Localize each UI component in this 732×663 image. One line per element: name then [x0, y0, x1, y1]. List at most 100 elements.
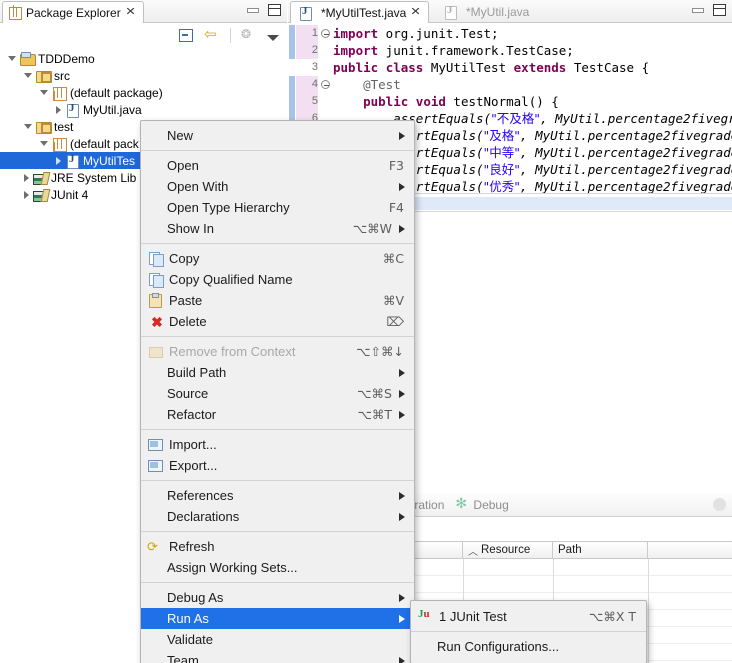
tree-item-label: (default package): [70, 86, 163, 100]
menu-item-copy-qualified-name[interactable]: Copy Qualified Name: [141, 269, 414, 290]
run-as-submenu[interactable]: 1 JUnit Test⌥⌘X T Run Configurations...: [410, 600, 647, 663]
junit-icon: [417, 609, 437, 625]
menu-item-label: Refactor: [167, 407, 216, 422]
tree-item-default-package[interactable]: (default package): [0, 84, 287, 101]
menu-item-shortcut: ⌘C: [383, 251, 404, 266]
code-token: rtEquals(: [416, 128, 484, 143]
code-line[interactable]: 1import org.junit.Test;: [288, 25, 732, 42]
menu-separator: [141, 336, 414, 337]
column-divider[interactable]: [648, 559, 649, 663]
fold-collapse-icon[interactable]: [321, 80, 330, 89]
menu-item-debug-as[interactable]: Debug As: [141, 587, 414, 608]
chevron-right-icon[interactable]: [24, 174, 29, 182]
code-line[interactable]: 3public class MyUtilTest extends TestCas…: [288, 59, 732, 76]
menu-item-assign-working-sets[interactable]: Assign Working Sets...: [141, 557, 414, 578]
menu-item-1-junit-test[interactable]: 1 JUnit Test⌥⌘X T: [411, 606, 646, 627]
code-token: , MyUtil.: [520, 128, 588, 143]
chevron-right-icon[interactable]: [56, 106, 61, 114]
tree-item-myutil-java[interactable]: MyUtil.java: [0, 101, 287, 118]
chevron-down-icon[interactable]: [40, 141, 48, 146]
menu-item-references[interactable]: References: [141, 485, 414, 506]
close-icon[interactable]: ✕: [125, 7, 136, 18]
menu-item-copy[interactable]: Copy⌘C: [141, 248, 414, 269]
chevron-right-icon[interactable]: [56, 157, 61, 165]
source-folder-icon: [36, 120, 51, 134]
menu-item-label: 1 JUnit Test: [439, 609, 507, 624]
chevron-down-icon[interactable]: [24, 124, 32, 129]
chevron-right-icon[interactable]: [24, 191, 29, 199]
menu-item-declarations[interactable]: Declarations: [141, 506, 414, 527]
source-folder-icon: [36, 69, 51, 83]
minimize-icon[interactable]: [692, 8, 704, 13]
chevron-down-icon[interactable]: [8, 56, 16, 61]
menu-item-team[interactable]: Team: [141, 650, 414, 663]
minimize-icon[interactable]: [247, 8, 259, 13]
menu-item-import[interactable]: Import...: [141, 434, 414, 455]
package-icon: [52, 137, 67, 151]
menu-item-refactor[interactable]: Refactor⌥⌘T: [141, 404, 414, 425]
line-number: 5: [296, 93, 318, 110]
collapse-all-icon[interactable]: [178, 27, 194, 43]
menu-item-open-with[interactable]: Open With: [141, 176, 414, 197]
editor-tab-myutil[interactable]: *MyUtil.java: [436, 1, 536, 23]
code-token: percentage2fivegrade(9: [588, 179, 732, 193]
tree-item-tdddemo[interactable]: TDDDemo: [0, 50, 287, 67]
editor-tabbar: *MyUtilTest.java ✕ *MyUtil.java: [288, 0, 732, 23]
column-header-resource[interactable]: ︿Resource: [463, 541, 553, 559]
tab-debug[interactable]: Debug: [455, 498, 508, 512]
menu-item-show-in[interactable]: Show In⌥⌘W: [141, 218, 414, 239]
fold-collapse-icon[interactable]: [321, 29, 330, 38]
tab-package-explorer[interactable]: Package Explorer ✕: [2, 1, 144, 23]
menu-item-delete[interactable]: ✖Delete⌦: [141, 311, 414, 332]
java-project-icon: [20, 52, 35, 66]
menu-item-build-path[interactable]: Build Path: [141, 362, 414, 383]
bottom-view-toolbar: [713, 498, 726, 511]
code-token: [378, 60, 386, 75]
tree-item-label: MyUtilTes: [83, 154, 135, 168]
submenu-arrow-icon: [399, 225, 405, 233]
menu-item-run-as[interactable]: Run As: [141, 608, 414, 629]
code-line[interactable]: 5 public void testNormal() {: [288, 93, 732, 110]
code-token: , MyUtil.: [520, 162, 588, 177]
menu-item-export[interactable]: Export...: [141, 455, 414, 476]
menu-item-shortcut: ⌥⌘W: [353, 221, 392, 236]
focus-task-icon[interactable]: ❂: [241, 27, 257, 43]
tree-item-label: (default pack: [70, 137, 139, 151]
editor-tab-myutiltest[interactable]: *MyUtilTest.java ✕: [290, 1, 429, 23]
menu-separator: [411, 631, 646, 632]
maximize-icon[interactable]: [268, 4, 281, 16]
menu-item-open[interactable]: OpenF3: [141, 155, 414, 176]
chevron-down-icon[interactable]: [40, 90, 48, 95]
code-text: import org.junit.Test;: [333, 25, 499, 42]
view-menu-icon[interactable]: [267, 35, 279, 41]
code-token: percentage2fivegrade: [608, 111, 732, 126]
menu-item-label: Run As: [167, 611, 209, 626]
menu-item-remove-from-context[interactable]: Remove from Context⌥⇧⌘↓: [141, 341, 414, 362]
java-file-icon: [65, 103, 80, 117]
menu-item-run-configurations[interactable]: Run Configurations...: [411, 636, 646, 657]
submenu-arrow-icon: [399, 594, 405, 602]
code-token: org.junit.Test;: [378, 26, 498, 41]
context-menu[interactable]: NewOpenF3Open WithOpen Type HierarchyF4S…: [140, 120, 415, 663]
menu-item-validate[interactable]: Validate: [141, 629, 414, 650]
link-with-editor-icon[interactable]: ⇦: [204, 27, 220, 43]
close-icon[interactable]: ✕: [411, 7, 422, 18]
code-line[interactable]: 4 @Test: [288, 76, 732, 93]
menu-item-new[interactable]: New: [141, 125, 414, 146]
view-toolbar-icon[interactable]: [713, 498, 726, 511]
chevron-down-icon[interactable]: [24, 73, 32, 78]
menu-item-source[interactable]: Source⌥⌘S: [141, 383, 414, 404]
maximize-icon[interactable]: [713, 4, 726, 16]
menu-item-paste[interactable]: Paste⌘V: [141, 290, 414, 311]
submenu-arrow-icon: [399, 615, 405, 623]
column-header-path[interactable]: Path: [553, 541, 648, 559]
menu-item-open-type-hierarchy[interactable]: Open Type HierarchyF4: [141, 197, 414, 218]
java-file-icon: [298, 6, 313, 20]
menu-item-refresh[interactable]: ⟳Refresh: [141, 536, 414, 557]
menu-item-shortcut: F3: [389, 158, 404, 173]
tree-item-src[interactable]: src: [0, 67, 287, 84]
code-line[interactable]: 2import junit.framework.TestCase;: [288, 42, 732, 59]
menu-item-label: Paste: [169, 293, 202, 308]
menu-item-label: Remove from Context: [169, 344, 295, 359]
menu-item-label: New: [167, 128, 193, 143]
